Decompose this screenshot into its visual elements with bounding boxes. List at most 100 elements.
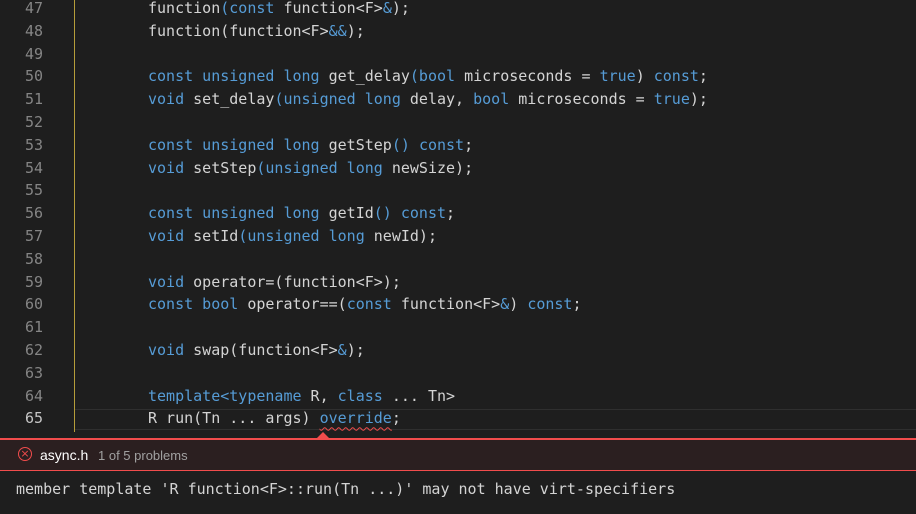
code-token: R run(Tn ... args) xyxy=(148,409,320,428)
code-token: (unsigned long xyxy=(274,90,401,109)
code-token: (bool xyxy=(409,67,456,86)
line-number: 47 xyxy=(24,0,43,17)
code-line[interactable]: 58 xyxy=(0,248,916,271)
code-token: const xyxy=(653,67,699,86)
code-token: getStep xyxy=(319,135,392,154)
code-token: ); xyxy=(689,90,708,109)
code-token: class xyxy=(337,386,383,405)
line-number: 54 xyxy=(24,158,43,177)
code-token: (unsigned long xyxy=(256,158,383,177)
code-token: ... Tn> xyxy=(382,386,456,405)
code-token: const xyxy=(418,135,465,154)
code-token: setStep xyxy=(184,158,257,177)
code-line[interactable]: 53 const unsigned long getStep() const; xyxy=(0,134,916,157)
code-token: (unsigned long xyxy=(238,227,365,245)
code-token: getId xyxy=(319,204,374,223)
error-token: override xyxy=(319,409,392,428)
code-line[interactable]: 61 xyxy=(0,316,916,339)
code-token: const unsigned long xyxy=(148,204,320,223)
code-token: const unsigned long xyxy=(148,135,320,154)
line-code: void swap(function<F>&); xyxy=(148,339,365,362)
code-token: ); xyxy=(346,21,365,40)
line-code: void set_delay(unsigned long delay, bool… xyxy=(148,88,708,111)
code-line[interactable]: 55 xyxy=(0,179,916,202)
code-token: ); xyxy=(391,0,410,17)
code-line[interactable]: 52 xyxy=(0,111,916,134)
line-number: 65 xyxy=(24,409,43,428)
code-token: ; xyxy=(572,295,582,314)
code-token: newSize); xyxy=(382,158,474,177)
code-line[interactable]: 63 xyxy=(0,362,916,385)
code-token: & xyxy=(382,0,392,17)
code-token: const xyxy=(346,295,392,314)
code-token: const bool xyxy=(148,295,239,314)
code-token: ); xyxy=(346,341,365,359)
line-code: void setStep(unsigned long newSize); xyxy=(148,157,473,180)
code-line[interactable]: 56 const unsigned long getId() const; xyxy=(0,202,916,225)
code-line[interactable]: 49 xyxy=(0,43,916,66)
peek-file-name[interactable]: async.h xyxy=(40,445,88,465)
code-token: ( xyxy=(220,0,230,17)
code-line[interactable]: 47 function(const function<F>&); xyxy=(0,0,916,20)
code-token: template<typename xyxy=(148,386,302,405)
code-token: swap(function<F> xyxy=(184,341,338,359)
code-token: true xyxy=(653,90,690,109)
code-line[interactable]: 59 void operator=(function<F>); xyxy=(0,271,916,294)
code-token: const xyxy=(527,295,573,314)
code-line[interactable]: 64 template<typename R, class ... Tn> xyxy=(0,385,916,408)
line-code: void setId(unsigned long newId); xyxy=(148,225,437,248)
code-editor[interactable]: 47 function(const function<F>&); 48 functio… xyxy=(0,0,916,432)
line-number: 49 xyxy=(24,44,43,63)
code-token: set_delay xyxy=(184,90,275,109)
line-code: function(function<F>&&); xyxy=(148,20,365,43)
code-token: ; xyxy=(464,135,474,154)
code-token: const xyxy=(229,0,275,17)
code-line[interactable]: 54 void setStep(unsigned long newSize); xyxy=(0,157,916,180)
code-line[interactable]: 62 void swap(function<F>&); xyxy=(0,339,916,362)
code-token: ; xyxy=(698,67,708,86)
code-line[interactable]: 51 void set_delay(unsigned long delay, bo… xyxy=(0,88,916,111)
code-token: operator==( xyxy=(238,295,347,314)
line-number: 62 xyxy=(24,341,43,359)
code-token: function xyxy=(148,0,221,17)
line-code: const bool operator==(const function<F>&… xyxy=(148,293,582,316)
code-line[interactable]: 57 void setId(unsigned long newId); xyxy=(0,225,916,248)
code-token: void xyxy=(148,90,185,109)
line-code: function(const function<F>&); xyxy=(148,0,410,20)
line-number: 48 xyxy=(24,21,43,40)
line-number: 55 xyxy=(24,181,43,200)
code-token: void xyxy=(148,227,185,245)
code-line[interactable]: 65 R run(Tn ... args) override; xyxy=(0,407,916,430)
line-number: 61 xyxy=(24,318,43,337)
error-circle-icon: × xyxy=(18,447,32,461)
code-token: ; xyxy=(391,409,401,428)
code-token: & xyxy=(500,295,510,314)
code-token: R, xyxy=(301,386,338,405)
code-line[interactable]: 48 function(function<F>&&); xyxy=(0,20,916,43)
code-token: () xyxy=(391,135,410,154)
line-number: 59 xyxy=(24,272,43,291)
line-number: 52 xyxy=(24,113,43,131)
peek-border-bottom xyxy=(0,470,916,471)
line-number: 64 xyxy=(24,386,43,405)
code-token: ) xyxy=(635,67,654,86)
code-token: newId); xyxy=(364,227,437,245)
peek-problem-count: 1 of 5 problems xyxy=(98,448,188,463)
code-line[interactable]: 60 const bool operator==(const function<F… xyxy=(0,293,916,316)
code-line[interactable]: 50 const unsigned long get_delay(bool mic… xyxy=(0,65,916,88)
code-token: microseconds = xyxy=(455,67,600,86)
code-token: & xyxy=(337,341,347,359)
peek-header: × async.h 1 of 5 problems xyxy=(0,440,916,470)
problem-message: member template 'R function<F>::run(Tn .… xyxy=(16,480,676,498)
code-token: const xyxy=(400,204,447,223)
code-token: function<F> xyxy=(391,295,501,314)
code-token: function(function<F> xyxy=(148,21,329,40)
line-number: 57 xyxy=(24,227,43,245)
code-token: void xyxy=(148,341,185,359)
code-token: get_delay xyxy=(319,67,410,86)
line-code: const unsigned long getStep() const; xyxy=(148,134,473,157)
code-token: ; xyxy=(446,204,456,223)
line-number: 63 xyxy=(24,363,43,382)
